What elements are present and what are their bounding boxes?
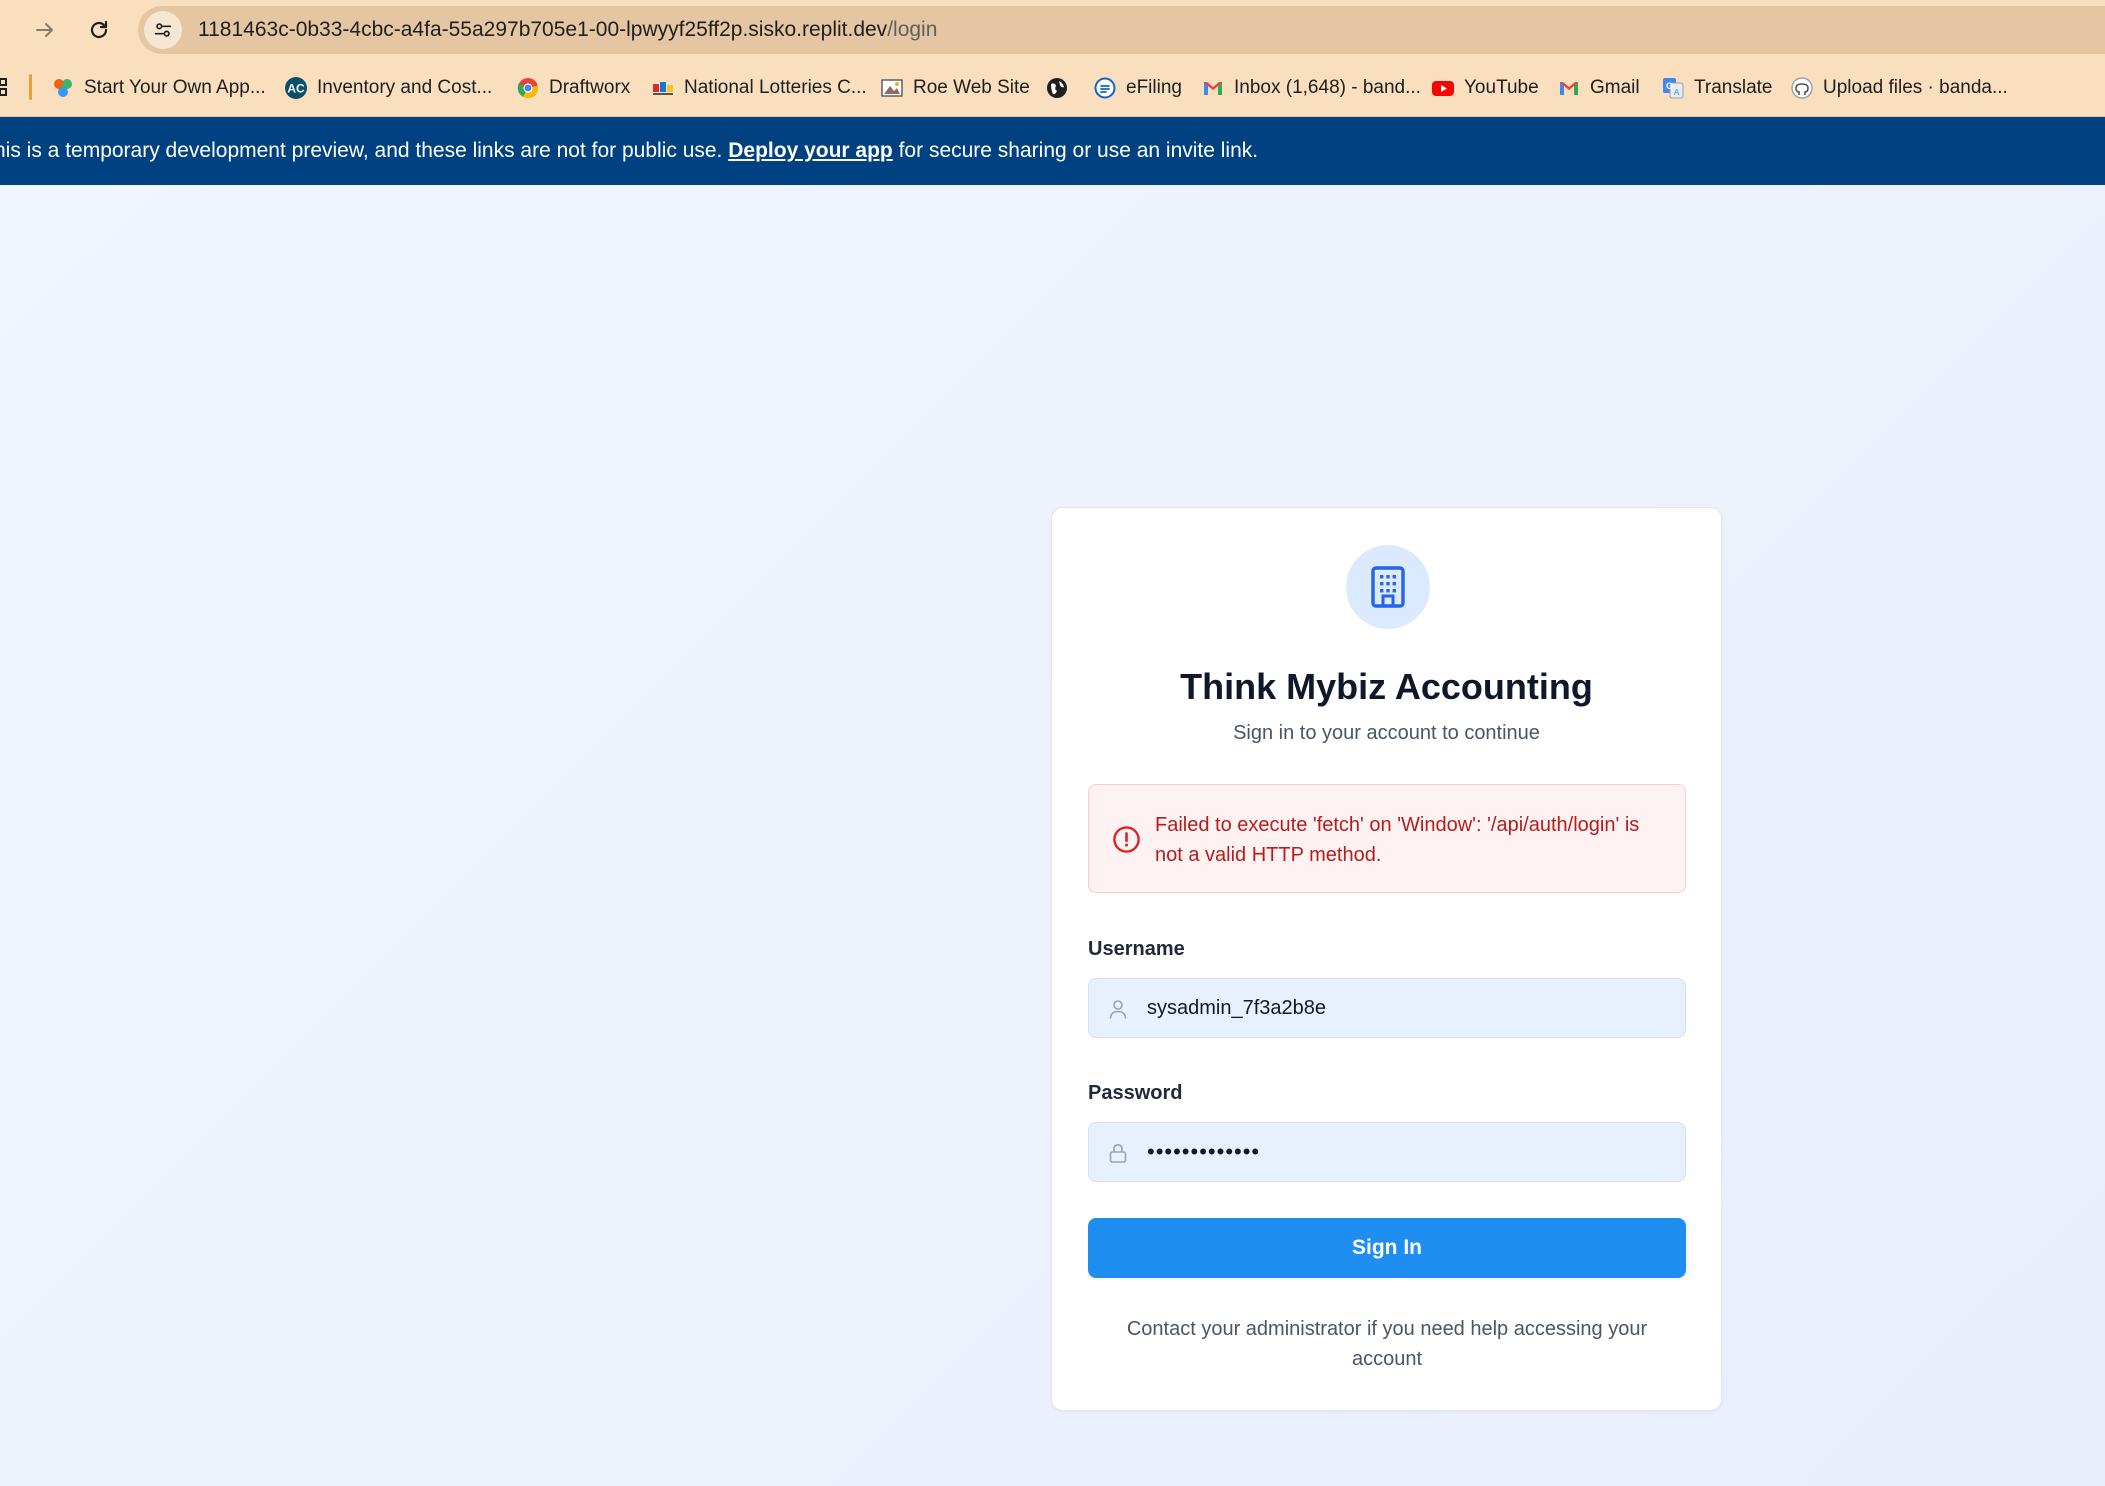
bookmark-roe-web-site[interactable]: Roe Web Site bbox=[881, 72, 1030, 104]
password-label: Password bbox=[1088, 1082, 1183, 1104]
bookmark-label: Gmail bbox=[1590, 77, 1640, 98]
reload-button[interactable] bbox=[80, 11, 118, 49]
error-message: Failed to execute 'fetch' on 'Window': '… bbox=[1155, 814, 1640, 866]
bookmark-label: Upload files · banda... bbox=[1823, 77, 2008, 98]
tune-icon bbox=[154, 23, 172, 37]
nlc-icon bbox=[652, 77, 674, 99]
building-icon bbox=[1371, 566, 1405, 608]
bookmarks-separator bbox=[29, 74, 32, 100]
username-label: Username bbox=[1088, 938, 1185, 960]
help-text: Contact your administrator if you need h… bbox=[1126, 1318, 1648, 1370]
youtube-icon bbox=[1432, 77, 1454, 99]
globe-icon bbox=[1046, 77, 1068, 99]
bookmark-draftworx[interactable]: Draftworx bbox=[517, 72, 630, 104]
image-icon bbox=[881, 77, 903, 99]
bookmark-translate[interactable]: GA Translate bbox=[1662, 72, 1773, 104]
site-info-button[interactable] bbox=[144, 11, 182, 49]
bookmark-gmail[interactable]: Gmail bbox=[1558, 72, 1640, 104]
bookmark-label: Inbox (1,648) - band... bbox=[1234, 77, 1421, 98]
bookmark-national-lotteries[interactable]: National Lotteries C... bbox=[652, 72, 867, 104]
bookmark-inventory-and-cost[interactable]: AC Inventory and Cost... bbox=[285, 72, 492, 104]
efiling-icon bbox=[1094, 77, 1116, 99]
logo-badge bbox=[1346, 545, 1430, 629]
error-alert: Failed to execute 'fetch' on 'Window': '… bbox=[1088, 784, 1686, 893]
svg-text:G: G bbox=[1666, 81, 1673, 91]
dev-preview-banner: his is a temporary development preview, … bbox=[0, 117, 2105, 185]
password-field[interactable] bbox=[1088, 1122, 1686, 1182]
chrome-icon bbox=[517, 77, 539, 99]
bookmark-label: Start Your Own App... bbox=[84, 77, 266, 98]
bookmark-label: Draftworx bbox=[549, 77, 631, 98]
gmail-icon bbox=[1202, 77, 1224, 99]
lock-icon bbox=[1107, 1142, 1129, 1164]
user-icon bbox=[1107, 998, 1129, 1020]
login-card: Think Mybiz Accounting Sign in to your a… bbox=[1051, 507, 1722, 1411]
github-icon bbox=[1791, 77, 1813, 99]
sign-in-button[interactable]: Sign In bbox=[1088, 1218, 1686, 1278]
svg-text:AC: AC bbox=[287, 82, 305, 96]
bookmark-inbox[interactable]: Inbox (1,648) - band... bbox=[1202, 72, 1421, 104]
address-bar[interactable]: 1181463c-0b33-4cbc-a4fa-55a297b705e1-00-… bbox=[138, 6, 2105, 54]
username-field[interactable] bbox=[1088, 978, 1686, 1038]
banner-text-after: for secure sharing or use an invite link… bbox=[892, 139, 1259, 162]
banner-text-before: his is a temporary development preview, … bbox=[0, 139, 729, 162]
replit-icon bbox=[52, 77, 74, 99]
bookmark-label: YouTube bbox=[1464, 77, 1539, 98]
bookmark-label: eFiling bbox=[1126, 77, 1182, 98]
bookmark-start-your-own-app[interactable]: Start Your Own App... bbox=[52, 72, 266, 104]
bookmark-efiling[interactable]: eFiling bbox=[1094, 72, 1182, 104]
ac-icon: AC bbox=[285, 77, 307, 99]
url-path: /login bbox=[887, 18, 938, 41]
bookmark-label: Roe Web Site bbox=[913, 77, 1030, 98]
username-input[interactable] bbox=[1147, 979, 1667, 1037]
svg-text:A: A bbox=[1674, 88, 1680, 97]
deploy-your-app-link[interactable]: Deploy your app bbox=[728, 139, 893, 162]
apps-icon[interactable] bbox=[0, 76, 8, 98]
password-input[interactable] bbox=[1147, 1123, 1667, 1181]
forward-button[interactable] bbox=[26, 11, 64, 49]
browser-toolbar: 1181463c-0b33-4cbc-a4fa-55a297b705e1-00-… bbox=[0, 0, 2105, 60]
banner-message: his is a temporary development preview, … bbox=[0, 139, 1258, 163]
arrow-right-icon bbox=[36, 23, 53, 37]
bookmark-label: Inventory and Cost... bbox=[317, 77, 493, 98]
login-subtitle: Sign in to your account to continue bbox=[1233, 722, 1540, 744]
url-text[interactable]: 1181463c-0b33-4cbc-a4fa-55a297b705e1-00-… bbox=[198, 18, 937, 42]
gmail-icon bbox=[1558, 77, 1580, 99]
url-host: 1181463c-0b33-4cbc-a4fa-55a297b705e1-00-… bbox=[198, 18, 888, 41]
alert-circle-icon bbox=[1112, 825, 1141, 854]
reload-icon bbox=[90, 20, 108, 39]
bookmark-label: Translate bbox=[1694, 77, 1773, 98]
translate-icon: GA bbox=[1662, 77, 1684, 99]
bookmark-globe[interactable] bbox=[1046, 72, 1078, 104]
bookmark-youtube[interactable]: YouTube bbox=[1432, 72, 1539, 104]
app-title: Think Mybiz Accounting bbox=[1180, 666, 1593, 707]
bookmark-label: National Lotteries C... bbox=[684, 77, 867, 98]
bookmark-upload-files[interactable]: Upload files · banda... bbox=[1791, 72, 2008, 104]
